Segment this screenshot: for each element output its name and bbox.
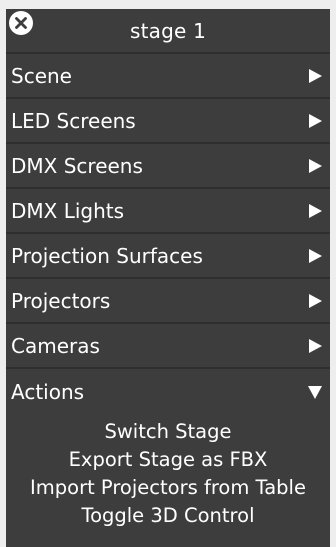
chevron-right-icon [307,248,323,264]
action-export-stage-fbx[interactable]: Export Stage as FBX [6,446,330,474]
menu-item-scene[interactable]: Scene [6,54,330,99]
menu-item-led-screens[interactable]: LED Screens [6,99,330,144]
menu-item-projectors[interactable]: Projectors [6,279,330,324]
actions-list: Switch Stage Export Stage as FBX Import … [6,414,330,530]
chevron-right-icon [307,158,323,174]
panel-title: stage 1 [130,18,206,43]
panel-header: stage 1 [6,9,330,54]
menu-item-label: LED Screens [11,108,136,133]
chevron-right-icon [307,113,323,129]
chevron-right-icon [307,338,323,354]
menu-item-dmx-screens[interactable]: DMX Screens [6,144,330,189]
menu-item-actions[interactable]: Actions [6,369,330,414]
chevron-down-icon [307,384,323,400]
menu-item-label: DMX Screens [11,153,143,178]
menu-item-label: Cameras [11,333,100,358]
menu-item-label: Projection Surfaces [11,243,203,268]
action-import-projectors[interactable]: Import Projectors from Table [6,474,330,502]
menu-item-dmx-lights[interactable]: DMX Lights [6,189,330,234]
menu-item-label: DMX Lights [11,198,125,223]
menu-item-label: Actions [11,379,85,404]
menu-item-label: Projectors [11,288,111,313]
menu-item-label: Scene [11,63,72,88]
stage-panel: stage 1 Scene LED Screens DMX Screens DM… [6,9,330,547]
action-toggle-3d-control[interactable]: Toggle 3D Control [6,502,330,530]
close-icon[interactable] [9,11,33,35]
chevron-right-icon [307,293,323,309]
chevron-right-icon [307,68,323,84]
menu-item-projection-surfaces[interactable]: Projection Surfaces [6,234,330,279]
chevron-right-icon [307,203,323,219]
action-switch-stage[interactable]: Switch Stage [6,418,330,446]
menu-item-cameras[interactable]: Cameras [6,324,330,369]
